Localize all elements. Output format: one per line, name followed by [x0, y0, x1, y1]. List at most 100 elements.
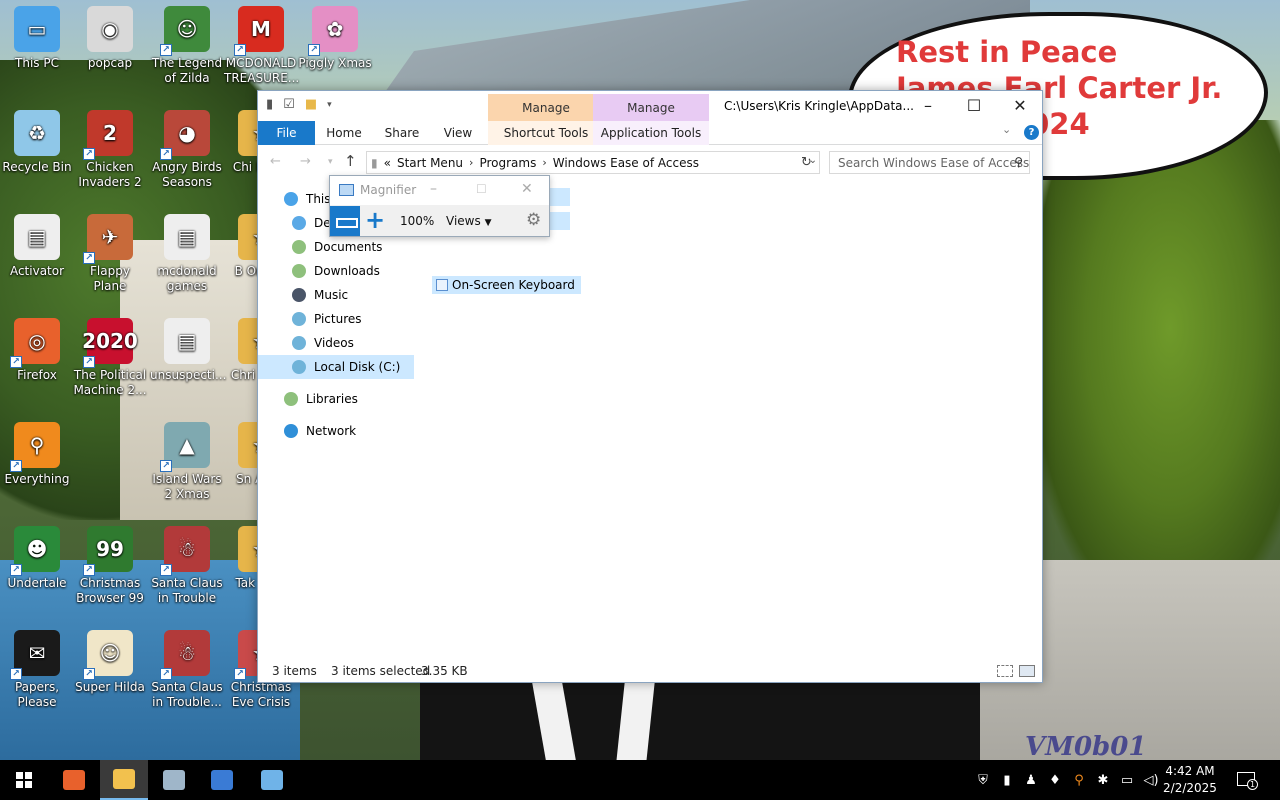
clock[interactable]: 4:42 AM 2/2/2025 — [1160, 763, 1220, 797]
nav-item-music[interactable]: Music — [292, 283, 348, 307]
navigation-bar: ← → ▾ ↑ ▮ « Start Menu › Programs › Wind… — [258, 145, 1042, 179]
maximize-button[interactable]: ☐ — [951, 91, 997, 121]
desktop-icon[interactable]: ▭ This PC — [0, 0, 74, 71]
refresh-icon[interactable]: ↻ — [801, 155, 812, 170]
expand-ribbon-chevron-icon[interactable]: ⌄ — [1002, 123, 1011, 136]
nav-item-videos[interactable]: Videos — [292, 331, 354, 355]
title-bar[interactable]: ▮ ☑ ■ ▾ Manage Manage C:\Users\Kris Krin… — [258, 91, 1043, 122]
desktop-icon[interactable]: ✈ ↗ Flappy Plane — [73, 208, 147, 294]
nav-item-network[interactable]: Network — [284, 419, 356, 443]
desktop-icon[interactable]: ✿ ↗ Piggly Xmas — [298, 0, 372, 71]
breadcrumb-programs[interactable]: Programs — [479, 156, 536, 170]
desktop-icon[interactable]: ☻ ↗ Undertale — [0, 520, 74, 591]
tab-home[interactable]: Home — [320, 121, 368, 145]
desktop-icon[interactable]: ♻ Recycle Bin — [0, 104, 74, 175]
views-dropdown[interactable]: Views ▼ — [446, 214, 491, 228]
desktop-icon[interactable]: ☃ ↗ Santa Claus in Trouble — [150, 520, 224, 606]
nav-item-label: Downloads — [314, 264, 380, 278]
desktop-icon[interactable]: 99 ↗ Christmas Browser 99 — [73, 520, 147, 606]
taskbar-app-control-panel[interactable] — [150, 760, 198, 800]
magnifier-close-button[interactable]: ✕ — [521, 181, 533, 197]
breadcrumb-windows-ease-of-access[interactable]: Windows Ease of Access — [553, 156, 699, 170]
search-input[interactable]: Search Windows Ease of Access ⚲ — [829, 151, 1030, 174]
breadcrumb-separator-icon[interactable]: › — [469, 156, 473, 169]
desktop-icon-label: Activator — [9, 264, 65, 278]
start-button[interactable] — [0, 760, 48, 800]
properties-icon[interactable]: ☑ — [283, 97, 295, 112]
desktop-icon[interactable]: M ↗ MCDONALD TREASURE... — [224, 0, 299, 86]
taskbar-app-firefox[interactable] — [50, 760, 98, 800]
taskbar-app-app-window[interactable] — [198, 760, 246, 800]
desktop-icon[interactable]: ✉ ↗ Papers, Please — [0, 624, 74, 710]
desktop-icon[interactable]: ▤ mcdonald games — [150, 208, 224, 294]
nav-item-documents[interactable]: Documents — [292, 235, 382, 259]
nav-item-pictures[interactable]: Pictures — [292, 307, 362, 331]
desktop-icon[interactable]: ⚲ ↗ Everything — [0, 416, 74, 487]
desktop-icon[interactable]: ◎ ↗ Firefox — [0, 312, 74, 383]
security-tray-icon[interactable]: ⛨ — [972, 760, 994, 800]
tab-application-tools[interactable]: Application Tools — [593, 121, 709, 145]
desktop-icon[interactable]: ▤ Activator — [0, 208, 74, 279]
zoom-out-button[interactable] — [330, 206, 360, 236]
desktop-icon[interactable]: ▲ ↗ Island Wars 2 Xmas — [150, 416, 224, 502]
popcap-folder-icon: ◉ — [87, 6, 133, 52]
breadcrumb-start-menu[interactable]: Start Menu — [397, 156, 463, 170]
new-folder-icon[interactable]: ■ — [305, 97, 317, 112]
recent-locations-chevron-icon[interactable]: ▾ — [328, 157, 333, 167]
star-tray-icon[interactable]: ✱ — [1092, 760, 1114, 800]
details-view-icon[interactable] — [997, 665, 1013, 677]
file-explorer-icon — [113, 769, 135, 789]
desktop-icon[interactable]: 2020 ↗ The Political Machine 2... — [73, 312, 147, 398]
action-center-icon[interactable]: 1 — [1235, 770, 1258, 790]
minimize-button[interactable]: – — [905, 91, 951, 121]
tablet-tray-icon[interactable]: ▮ — [996, 760, 1018, 800]
nav-item-local-disk-c[interactable]: Local Disk (C:) — [258, 355, 414, 379]
tab-shortcut-tools[interactable]: Shortcut Tools — [488, 121, 604, 145]
address-overflow[interactable]: « — [384, 156, 391, 170]
nav-item-libraries[interactable]: Libraries — [284, 387, 358, 411]
desktop-icon[interactable]: ☃ ↗ Santa Claus in Trouble... — [150, 624, 224, 710]
tab-view[interactable]: View — [436, 121, 480, 145]
customize-qat-chevron-icon[interactable]: ▾ — [327, 100, 332, 110]
up-arrow-icon[interactable]: ↑ — [344, 152, 357, 170]
desktop-icon[interactable]: ◕ ↗ Angry Birds Seasons — [150, 104, 224, 190]
zoom-in-button[interactable]: + — [364, 207, 386, 233]
nav-item-label: Network — [306, 424, 357, 438]
taskbar-app-file-explorer[interactable] — [100, 760, 148, 800]
large-icons-view-icon[interactable] — [1019, 665, 1035, 677]
help-icon[interactable]: ? — [1024, 125, 1039, 140]
address-bar[interactable]: ▮ « Start Menu › Programs › Windows Ease… — [366, 151, 820, 174]
desktop-icon-label: Santa Claus in Trouble — [151, 576, 223, 605]
magnifier-title-bar[interactable]: Magnifier – ☐ ✕ — [330, 176, 549, 205]
desktop-icon[interactable]: ◉ popcap — [73, 0, 147, 71]
people-tray-icon[interactable]: ♟ — [1020, 760, 1042, 800]
water-drop-tray-icon[interactable]: ♦ — [1044, 760, 1066, 800]
desktop-icon-label: This PC — [15, 56, 59, 70]
forward-arrow-icon[interactable]: → — [300, 154, 311, 169]
zoom-level: 100% — [400, 214, 435, 228]
desktop-icon[interactable]: ▤ unsuspecti... — [150, 312, 226, 383]
nav-item-downloads[interactable]: Downloads — [292, 259, 380, 283]
desktop-icon[interactable]: ☺ ↗ The Legend of Zilda — [150, 0, 224, 86]
tab-file[interactable]: File — [258, 121, 315, 145]
taskbar-app-magnifier[interactable] — [248, 760, 296, 800]
network-tray-icon[interactable]: ▭ — [1116, 760, 1138, 800]
undertale-icon: ☻ ↗ — [10, 526, 60, 576]
clock-time: 4:42 AM — [1165, 764, 1215, 778]
magnifier-maximize-button[interactable]: ☐ — [476, 182, 487, 196]
window-menu-icon[interactable]: ▮ — [266, 97, 273, 112]
file-item-selected[interactable]: On-Screen Keyboard — [432, 276, 581, 294]
desktop-icon-label: Santa Claus in Trouble... — [151, 680, 223, 709]
desktop-icon-label: Angry Birds Seasons — [152, 160, 222, 189]
tab-share[interactable]: Share — [380, 121, 424, 145]
magnifier-minimize-button[interactable]: – — [430, 181, 437, 197]
everything-tray-icon[interactable]: ⚲ — [1068, 760, 1090, 800]
close-button[interactable]: ✕ — [997, 91, 1043, 121]
gear-icon[interactable]: ⚙ — [526, 210, 541, 230]
volume-icon[interactable]: ◁) — [1140, 760, 1162, 800]
breadcrumb-separator-icon[interactable]: › — [542, 156, 546, 169]
desktop-icon-label: Super Hilda — [75, 680, 145, 694]
desktop-icon[interactable]: ☺ ↗ Super Hilda — [73, 624, 147, 695]
back-arrow-icon[interactable]: ← — [270, 154, 281, 169]
desktop-icon[interactable]: 2 ↗ Chicken Invaders 2 — [73, 104, 147, 190]
